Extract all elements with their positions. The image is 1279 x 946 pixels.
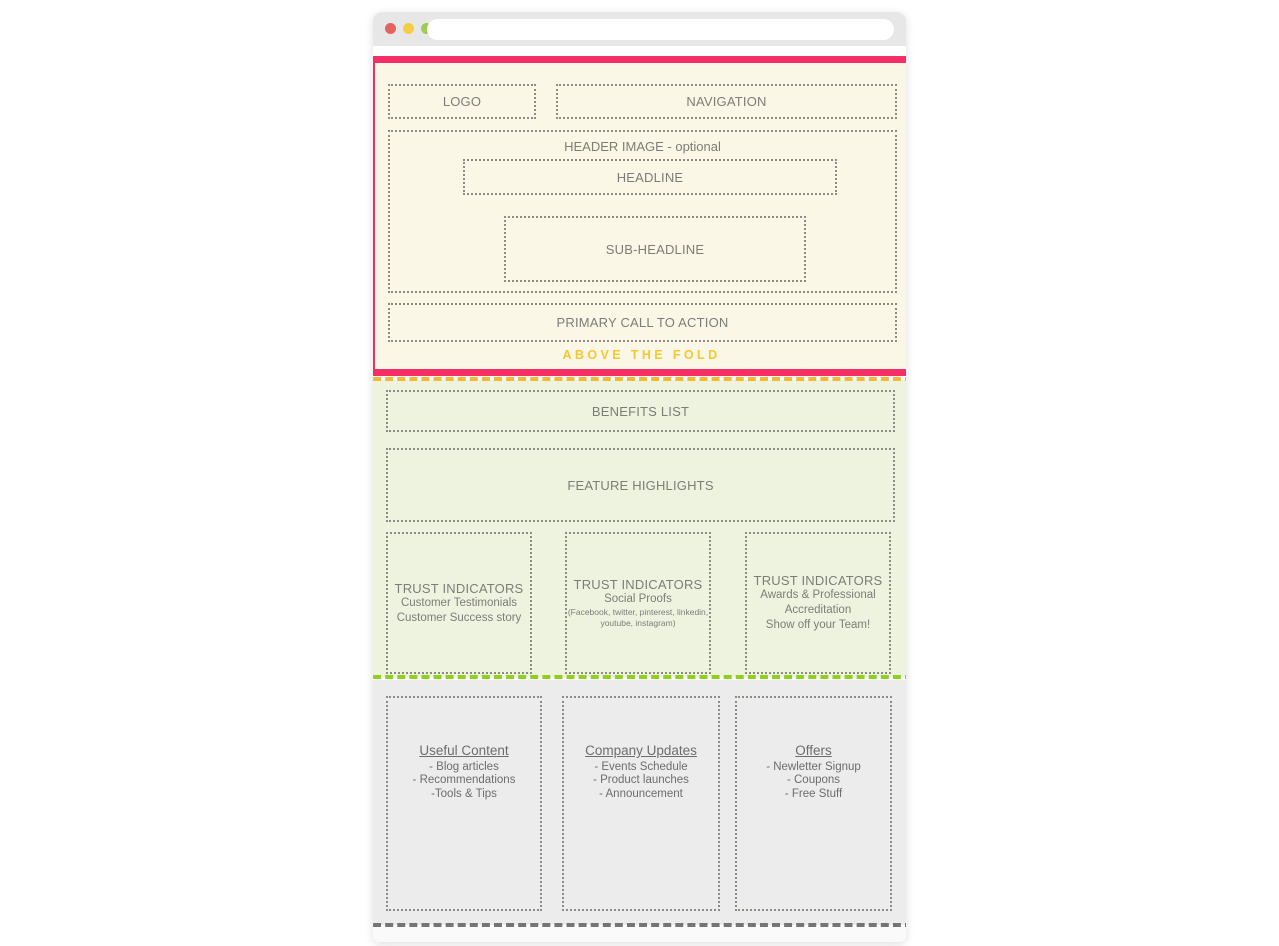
primary-cta-label: PRIMARY CALL TO ACTION — [556, 315, 729, 330]
above-the-fold-outline: LOGO NAVIGATION HEADER IMAGE - optional … — [373, 56, 906, 376]
offers-item-3: - Free Stuff — [784, 787, 843, 800]
offers-item-2: - Coupons — [786, 774, 841, 787]
middle-section-divider — [373, 675, 906, 679]
placeholder-trust-indicator-2[interactable]: TRUST INDICATORS Social Proofs (Facebook… — [565, 532, 711, 674]
trust-indicator-2-note: (Facebook, twitter, pinterest, linkedin,… — [567, 606, 709, 628]
above-the-fold-divider — [373, 377, 906, 381]
useful-content-item-1: - Blog articles — [429, 761, 499, 773]
headline-label: HEADLINE — [616, 169, 684, 185]
benefits-list-label: BENEFITS LIST — [591, 403, 690, 419]
trust-indicator-1-title: TRUST INDICATORS — [394, 580, 524, 596]
trust-indicator-1-line-1: Customer Testimonials — [400, 596, 518, 609]
browser-window: LOGO NAVIGATION HEADER IMAGE - optional … — [373, 12, 906, 942]
trust-indicator-1-line-2: Customer Success story — [396, 611, 522, 624]
above-the-fold-caption: ABOVE THE FOLD — [562, 348, 721, 362]
placeholder-benefits-list[interactable]: BENEFITS LIST — [386, 390, 895, 432]
placeholder-primary-cta[interactable]: PRIMARY CALL TO ACTION — [388, 303, 897, 342]
above-the-fold-section: LOGO NAVIGATION HEADER IMAGE - optional … — [375, 63, 906, 369]
useful-content-item-3: -Tools & Tips — [431, 787, 497, 800]
address-bar-input[interactable] — [427, 19, 894, 40]
placeholder-offers[interactable]: Offers - Newletter Signup - Coupons - Fr… — [735, 696, 892, 911]
logo-label: LOGO — [442, 94, 482, 109]
useful-content-item-2: - Recommendations — [412, 774, 516, 787]
browser-titlebar — [373, 12, 906, 46]
trust-indicator-2-line-1: Social Proofs — [604, 593, 672, 606]
trust-indicator-3-line-2: Accreditation — [784, 604, 852, 617]
company-updates-item-1: - Events Schedule — [594, 761, 688, 773]
wireframe-canvas: LOGO NAVIGATION HEADER IMAGE - optional … — [0, 0, 1279, 946]
company-updates-heading: Company Updates — [585, 743, 697, 758]
placeholder-feature-highlights[interactable]: FEATURE HIGHLIGHTS — [386, 448, 895, 522]
bottom-section-divider — [373, 923, 906, 927]
offers-heading: Offers — [795, 743, 832, 758]
trust-indicator-3-line-1: Awards & Professional — [760, 589, 876, 602]
placeholder-useful-content[interactable]: Useful Content - Blog articles - Recomme… — [386, 696, 542, 911]
traffic-light-group — [385, 23, 432, 34]
useful-content-heading: Useful Content — [419, 743, 509, 758]
placeholder-headline[interactable]: HEADLINE — [463, 159, 837, 195]
placeholder-company-updates[interactable]: Company Updates - Events Schedule - Prod… — [562, 696, 720, 911]
content-section: Useful Content - Blog articles - Recomme… — [373, 680, 906, 925]
placeholder-header-image[interactable]: HEADER IMAGE - optional HEADLINE SUB-HEA… — [388, 130, 897, 293]
trust-indicator-2-title: TRUST INDICATORS — [573, 577, 703, 593]
footer-strip — [373, 927, 906, 942]
sub-headline-label: SUB-HEADLINE — [605, 241, 705, 257]
header-image-label: HEADER IMAGE - optional — [564, 139, 721, 154]
company-updates-item-3: - Announcement — [599, 787, 683, 800]
trust-indicator-3-line-3: Show off your Team! — [765, 618, 871, 631]
placeholder-trust-indicator-3[interactable]: TRUST INDICATORS Awards & Professional A… — [745, 532, 891, 674]
placeholder-navigation[interactable]: NAVIGATION — [556, 84, 897, 119]
placeholder-trust-indicator-1[interactable]: TRUST INDICATORS Customer Testimonials C… — [386, 532, 532, 674]
page-content: LOGO NAVIGATION HEADER IMAGE - optional … — [373, 46, 906, 942]
navigation-label: NAVIGATION — [686, 94, 767, 109]
placeholder-sub-headline[interactable]: SUB-HEADLINE — [504, 216, 806, 282]
close-window-icon[interactable] — [385, 23, 396, 34]
company-updates-item-2: - Product launches — [593, 774, 689, 787]
placeholder-logo[interactable]: LOGO — [388, 84, 536, 119]
trust-indicator-3-title: TRUST INDICATORS — [753, 573, 883, 589]
minimize-window-icon[interactable] — [403, 23, 414, 34]
offers-item-1: - Newletter Signup — [766, 761, 861, 773]
benefits-and-trust-section: BENEFITS LIST FEATURE HIGHLIGHTS TRUST I… — [373, 380, 906, 677]
feature-highlights-label: FEATURE HIGHLIGHTS — [567, 477, 714, 493]
